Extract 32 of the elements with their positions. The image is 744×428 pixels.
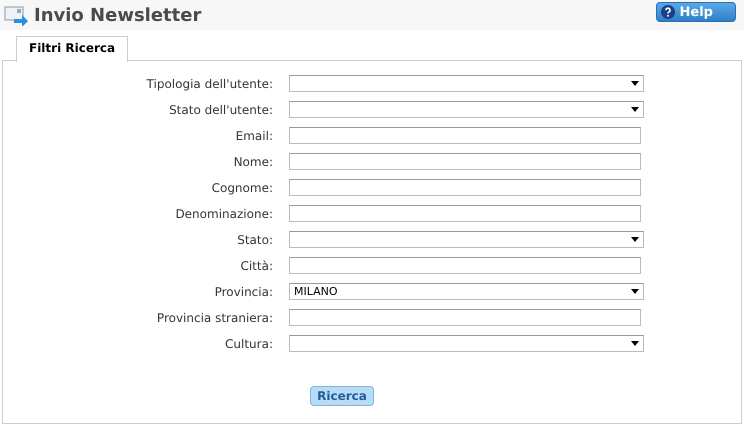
field-label: Nome: [232,154,273,168]
newsletter-icon [4,4,30,26]
dropdown[interactable] [289,101,644,118]
input-field[interactable] [289,127,641,144]
field-label: Città: [239,258,273,272]
help-icon [660,5,675,19]
dropdown[interactable] [289,231,644,248]
dropdown[interactable] [289,75,644,92]
input-field[interactable] [289,257,641,274]
caret-icon [631,107,639,112]
field-label: Provincia straniera: [156,310,273,324]
dropdown[interactable]: MILANO [289,283,644,300]
field-label: Cognome: [210,180,273,194]
field-label: Email: [234,128,273,142]
field-label: Provincia: [214,284,273,298]
input-field[interactable] [289,309,641,326]
input-field[interactable] [289,179,641,196]
tab[interactable]: Filtri Ricerca [16,36,128,62]
input-field[interactable] [289,205,641,222]
caret-icon [631,289,639,294]
caret-icon [631,341,639,346]
page-title: Invio Newsletter [34,4,202,26]
field-label: Denominazione: [174,206,273,220]
caret-icon [631,81,639,86]
caret-icon [631,237,639,242]
field-label: Stato: [236,232,273,246]
search-button[interactable]: Ricerca [310,386,374,406]
dropdown[interactable] [289,335,644,352]
field-label: Tipologia dell'utente: [146,76,273,90]
field-label: Stato dell'utente: [168,102,273,116]
field-label: Cultura: [224,336,273,350]
input-field[interactable] [289,153,641,170]
